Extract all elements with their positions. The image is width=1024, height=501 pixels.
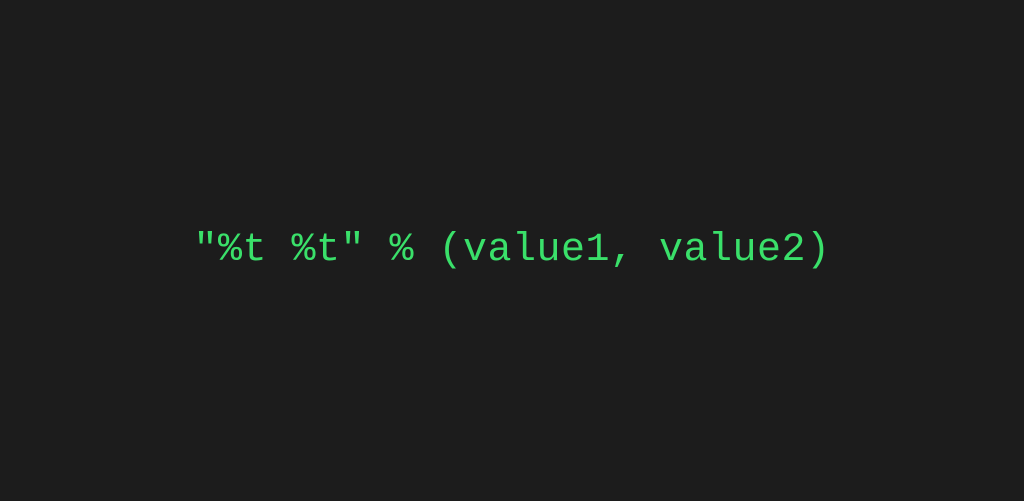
code-snippet: "%t %t" % (value1, value2): [193, 228, 830, 273]
